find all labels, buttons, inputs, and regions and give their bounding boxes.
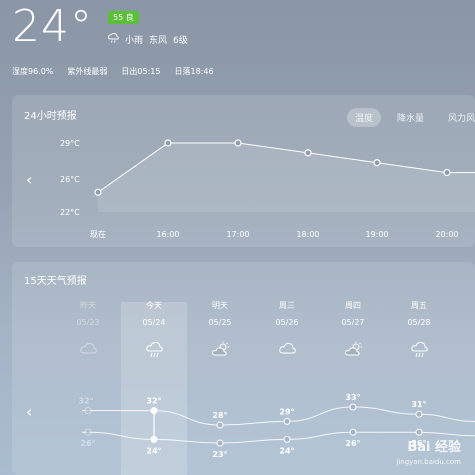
low-temp-label: 26° bbox=[345, 439, 360, 448]
watermark: Bai 经验 jingyan.baidu.com bbox=[396, 441, 461, 469]
low-temp-point bbox=[84, 428, 92, 436]
low-temp-label: 24° bbox=[279, 446, 294, 455]
high-temp-label: 33° bbox=[345, 393, 360, 402]
high-temp-label: 29° bbox=[279, 407, 294, 416]
low-temp-point bbox=[216, 439, 224, 447]
high-temp-point bbox=[283, 417, 291, 425]
low-temp-point bbox=[349, 428, 357, 436]
low-temp-label: 23° bbox=[212, 450, 227, 459]
low-temp-point bbox=[415, 428, 423, 436]
high-temp-point bbox=[150, 407, 158, 415]
high-temp-label: 32° bbox=[78, 397, 93, 406]
low-temp-point bbox=[150, 435, 158, 443]
watermark-url: jingyan.baidu.com bbox=[396, 458, 461, 466]
high-temp-point bbox=[415, 410, 423, 418]
high-temp-point bbox=[84, 407, 92, 415]
high-temp-point bbox=[349, 403, 357, 411]
daily-chart: 32°26°32°24°28°23°29°24°33°26°31°26° bbox=[78, 393, 475, 459]
high-temp-label: 32° bbox=[146, 397, 161, 406]
high-temp-label: 28° bbox=[212, 411, 227, 420]
high-temp-label: 31° bbox=[411, 400, 426, 409]
low-temp-point bbox=[283, 435, 291, 443]
high-temp-point bbox=[216, 421, 224, 429]
low-temp-label: 24° bbox=[146, 446, 161, 455]
watermark-brand: Bai 经验 bbox=[407, 440, 461, 455]
low-temp-label: 26° bbox=[80, 439, 95, 448]
